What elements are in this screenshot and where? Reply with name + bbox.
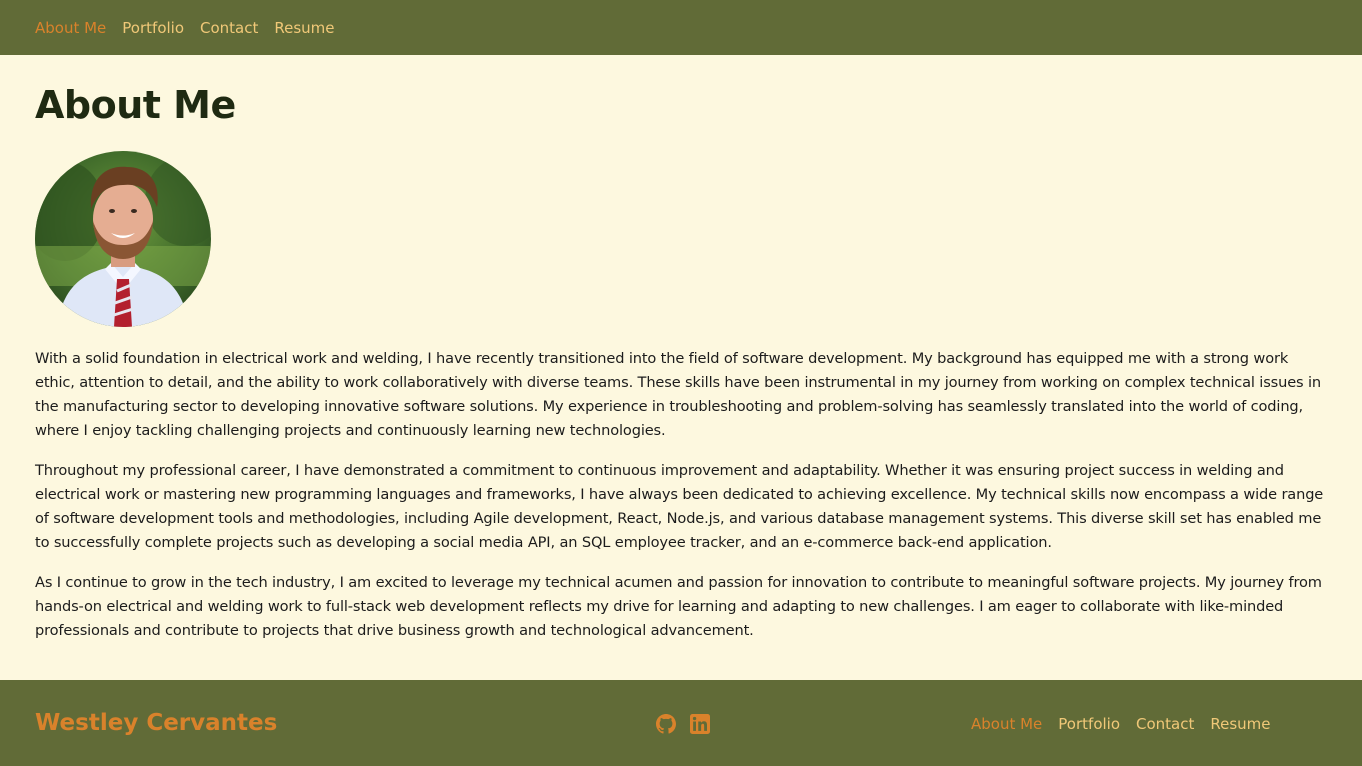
profile-photo [35, 151, 211, 327]
nav-link-resume[interactable]: Resume [274, 19, 334, 37]
linkedin-icon[interactable] [690, 714, 710, 734]
primary-nav: About Me Portfolio Contact Resume [35, 19, 335, 37]
site-footer: Westley Cervantes About Me Portfolio Con… [0, 680, 1362, 766]
bio-paragraph: With a solid foundation in electrical wo… [35, 350, 1321, 439]
profile-photo-illustration [35, 151, 211, 327]
nav-link-contact[interactable]: Contact [200, 19, 258, 37]
footer-nav-link-contact[interactable]: Contact [1136, 715, 1194, 733]
bio-text: With a solid foundation in electrical wo… [35, 347, 1327, 643]
nav-link-about-me[interactable]: About Me [35, 19, 106, 37]
footer-nav-link-resume[interactable]: Resume [1210, 715, 1270, 733]
footer-nav: About Me Portfolio Contact Resume [971, 715, 1271, 733]
bio-paragraph: Throughout my professional career, I hav… [35, 462, 1324, 551]
nav-link-portfolio[interactable]: Portfolio [122, 19, 184, 37]
social-links [656, 714, 710, 734]
page-title: About Me [35, 83, 236, 127]
footer-nav-link-portfolio[interactable]: Portfolio [1058, 715, 1120, 733]
footer-site-name: Westley Cervantes [35, 710, 278, 736]
bio-paragraph: As I continue to grow in the tech indust… [35, 574, 1322, 639]
github-icon[interactable] [656, 714, 676, 734]
top-nav-bar: About Me Portfolio Contact Resume [0, 0, 1362, 55]
about-section: About Me With a solid foundation in elec… [0, 55, 1362, 643]
footer-nav-link-about-me[interactable]: About Me [971, 715, 1042, 733]
